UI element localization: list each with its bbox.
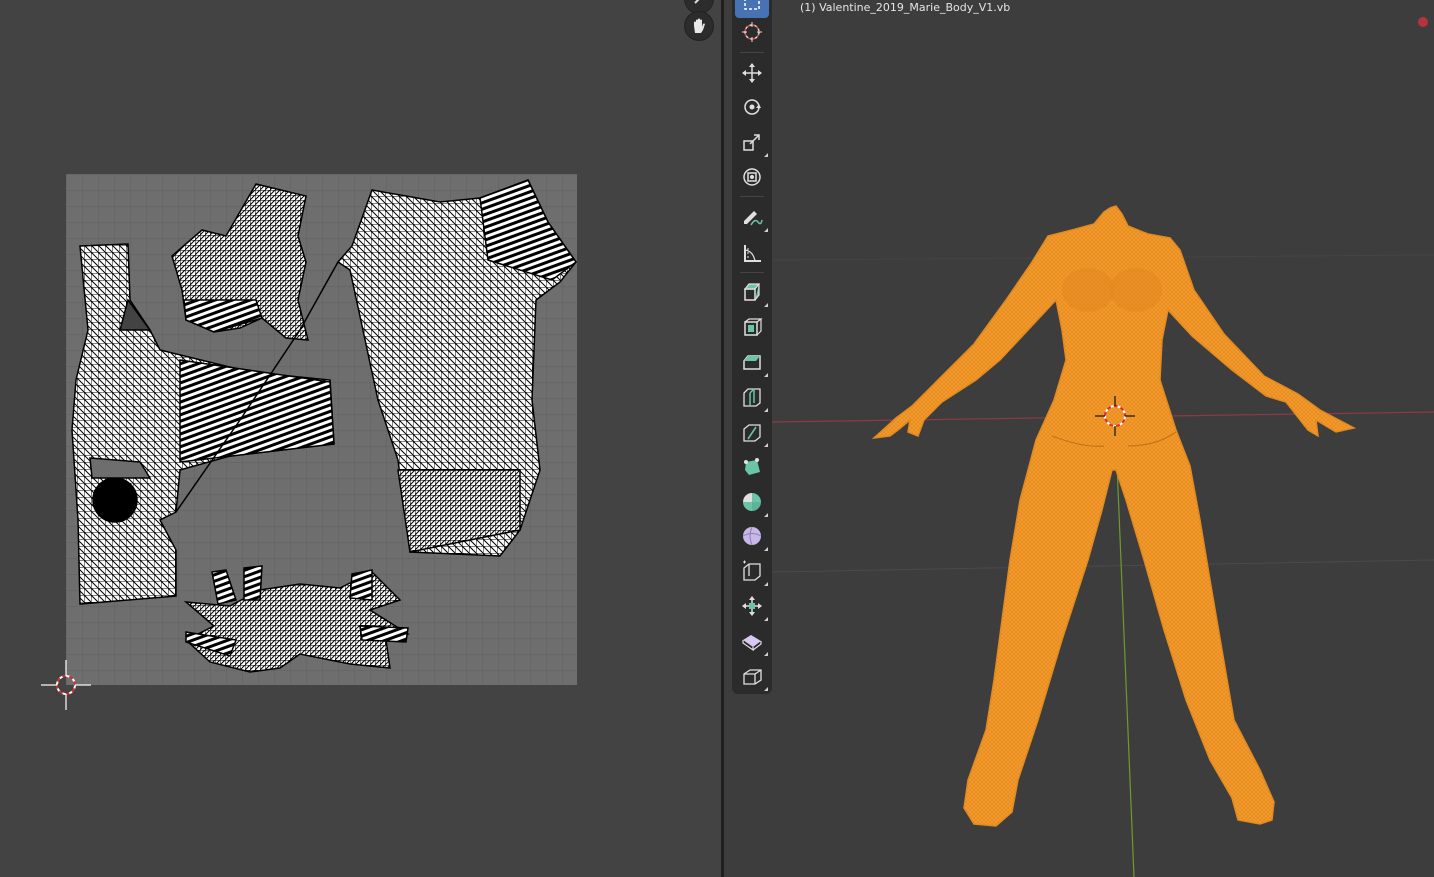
mesh-chest-detail bbox=[1062, 268, 1114, 312]
loop-cut-icon bbox=[743, 388, 761, 407]
shrink-fatten-tool[interactable] bbox=[735, 590, 769, 622]
uv-canvas[interactable] bbox=[0, 0, 721, 877]
hand-pan-icon[interactable] bbox=[684, 11, 714, 41]
knife-tool[interactable] bbox=[735, 416, 769, 448]
3d-viewport[interactable]: (1) Valentine_2019_Marie_Body_V1.vb bbox=[724, 0, 1434, 877]
tool-submenu-indicator bbox=[764, 408, 768, 412]
inset-tool[interactable] bbox=[735, 311, 769, 343]
tool-submenu-indicator bbox=[764, 228, 768, 232]
uv-editor[interactable] bbox=[0, 0, 721, 877]
tool-submenu-indicator bbox=[764, 373, 768, 377]
toolbar-separator bbox=[740, 196, 764, 197]
edge-slide-tool[interactable] bbox=[735, 555, 769, 587]
transform-tool[interactable] bbox=[735, 161, 769, 193]
toolbar-separator bbox=[740, 272, 764, 273]
rotate-tool[interactable] bbox=[735, 91, 769, 123]
spin-tool[interactable] bbox=[735, 486, 769, 518]
smooth-tool[interactable] bbox=[735, 520, 769, 552]
transform-icon bbox=[743, 168, 761, 186]
tool-submenu-indicator bbox=[764, 547, 768, 551]
rotate-icon bbox=[744, 99, 761, 115]
scale-tool[interactable] bbox=[735, 126, 769, 158]
extrude-icon bbox=[743, 283, 761, 301]
annotate-icon bbox=[744, 211, 763, 226]
shear-icon bbox=[742, 635, 762, 652]
toolbar-separator bbox=[740, 52, 764, 53]
poly-build-icon bbox=[744, 458, 760, 475]
move-icon bbox=[742, 63, 762, 83]
tool-submenu-indicator bbox=[764, 617, 768, 621]
loop-cut-tool[interactable] bbox=[735, 381, 769, 413]
spin-icon bbox=[743, 493, 761, 511]
object-label: (1) Valentine_2019_Marie_Body_V1.vb bbox=[800, 1, 1011, 14]
tool-submenu-indicator bbox=[764, 153, 768, 157]
tool-submenu-indicator bbox=[764, 513, 768, 517]
rip-icon bbox=[743, 669, 762, 685]
cursor-icon bbox=[742, 22, 762, 42]
move-tool[interactable] bbox=[735, 57, 769, 89]
cursor-tool[interactable] bbox=[735, 16, 769, 48]
smooth-icon bbox=[742, 526, 762, 546]
rip-tool[interactable] bbox=[735, 660, 769, 692]
tool-submenu-indicator bbox=[764, 303, 768, 307]
bevel-tool[interactable] bbox=[735, 346, 769, 378]
tool-submenu-indicator bbox=[764, 687, 768, 691]
annotate-tool[interactable] bbox=[735, 201, 769, 233]
inset-icon bbox=[744, 318, 763, 336]
scale-icon bbox=[743, 134, 760, 151]
grid-line bbox=[771, 559, 1434, 573]
knife-icon bbox=[743, 424, 761, 442]
record-indicator-icon bbox=[1418, 17, 1428, 27]
poly-build-tool[interactable] bbox=[735, 451, 769, 483]
mesh-chest-detail bbox=[1110, 268, 1162, 312]
tool-submenu-indicator bbox=[764, 443, 768, 447]
bevel-icon bbox=[743, 355, 761, 370]
viewport-canvas[interactable] bbox=[724, 0, 1434, 877]
measure-tool[interactable] bbox=[735, 237, 769, 269]
shear-tool[interactable] bbox=[735, 625, 769, 657]
tool-submenu-indicator bbox=[764, 652, 768, 656]
shrink-fatten-icon bbox=[742, 596, 762, 616]
edge-slide-icon bbox=[743, 560, 761, 581]
extrude-tool[interactable] bbox=[735, 276, 769, 308]
tool-shelf bbox=[732, 0, 772, 694]
measure-icon bbox=[744, 245, 761, 262]
tool-submenu-indicator bbox=[764, 582, 768, 586]
